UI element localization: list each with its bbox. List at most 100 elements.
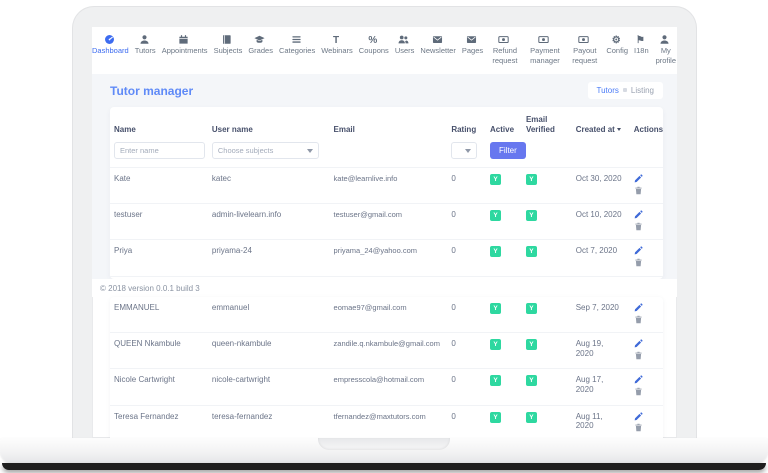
nav-item-grades[interactable]: Grades <box>248 34 273 56</box>
cell-email: eomae97@gmail.com <box>333 303 407 312</box>
cell-name: EMMANUEL <box>114 303 160 312</box>
cell-name: Kate <box>110 166 208 204</box>
nav-item-coupons[interactable]: % Coupons <box>359 34 389 56</box>
nav-item-label: Subjects <box>213 45 243 55</box>
calendar-icon <box>179 35 188 44</box>
cell-username: emmanuel <box>211 303 250 312</box>
name-filter-input[interactable] <box>114 142 206 159</box>
edit-button[interactable] <box>634 339 643 348</box>
money-icon <box>538 36 550 44</box>
breadcrumb-link-tutors[interactable]: Tutors <box>597 86 619 95</box>
tutor-table-card: Name User name Email Rating Active Email Veri… <box>110 107 663 279</box>
nav-item-i18n[interactable]: ⚑ I18n <box>634 34 649 56</box>
cell-name: testuser <box>110 203 208 240</box>
cell-created-at: Aug 17, 2020 <box>571 368 630 406</box>
nav-item-label: Webinars <box>321 46 353 55</box>
delete-button[interactable] <box>634 387 643 396</box>
version-footer: © 2018 version 0.0.1 build 3 <box>92 279 677 297</box>
cell-created-at: Oct 30, 2020 <box>571 166 630 204</box>
laptop-screen: Dashboard Tutors Appointments Subjects Grade… <box>92 27 677 438</box>
breadcrumb-separator-icon <box>622 88 627 92</box>
nav-item-refund-request[interactable]: Refund request <box>489 34 521 65</box>
filter-button[interactable]: Filter <box>490 142 526 159</box>
list-icon <box>291 36 301 43</box>
edit-button[interactable] <box>634 412 643 421</box>
cell-name: Nicole Cartwright <box>110 368 208 406</box>
nav-item-payment-manager[interactable]: Payment manager <box>527 34 563 65</box>
cell-name: QUEEN Nkambule <box>110 332 208 369</box>
users-icon <box>398 35 409 44</box>
table-row: Kate katec kate@learnlive.info 0 Y Y Oct 30, 2… <box>110 166 663 204</box>
delete-button[interactable] <box>634 315 643 324</box>
edit-button[interactable] <box>634 210 643 219</box>
nav-item-users[interactable]: Users <box>394 34 415 56</box>
envelope-icon <box>466 36 477 43</box>
cell-rating: 0 <box>447 332 487 369</box>
column-header-user-name: User name <box>211 125 253 134</box>
column-header-created-at[interactable]: Created at <box>572 107 630 140</box>
tutor-table-card-continued: EMMANUEL emmanuel eomae97@gmail.com 0 Y Y Sep … <box>110 297 663 438</box>
gauge-icon <box>104 35 114 44</box>
nav-item-label: Coupons <box>358 46 389 55</box>
chevron-down-icon <box>465 148 472 153</box>
nav-item-my-profile[interactable]: My profile <box>655 34 677 65</box>
table-row: Teresa Fernandez teresa-fernandez tfernand… <box>110 404 663 438</box>
nav-item-label: Users <box>394 45 415 55</box>
laptop-base <box>0 438 768 465</box>
nav-item-categories[interactable]: Categories <box>279 34 315 56</box>
edit-button[interactable] <box>634 375 643 384</box>
edit-button[interactable] <box>634 303 643 312</box>
table-row: testuser admin-livelearn.info testuser@gma… <box>110 203 663 240</box>
delete-button[interactable] <box>634 258 643 267</box>
table-row: QUEEN Nkambule queen-nkambule zandile.q.nk… <box>110 332 663 369</box>
nav-item-label: I18n <box>634 46 649 55</box>
cell-created-at: Oct 10, 2020 <box>571 203 630 240</box>
email-verified-badge: Y <box>525 339 537 351</box>
nav-item-label: Newsletter <box>420 45 456 55</box>
active-badge: Y <box>490 246 502 258</box>
nav-item-label: Payment manager <box>530 45 560 65</box>
cell-rating: 0 <box>447 203 487 240</box>
nav-item-label: Pages <box>461 45 484 55</box>
nav-item-label: Payout request <box>572 45 598 65</box>
delete-button[interactable] <box>634 222 643 231</box>
edit-button[interactable] <box>634 174 643 183</box>
delete-button[interactable] <box>634 423 643 432</box>
nav-item-label: Categories <box>278 45 316 55</box>
delete-button[interactable] <box>634 351 643 360</box>
nav-item-label: Dashboard <box>92 45 129 55</box>
nav-item-pages[interactable]: Pages <box>462 34 483 56</box>
nav-item-label: Config <box>606 46 629 55</box>
cell-created-at: Sep 7, 2020 <box>575 303 619 312</box>
nav-item-subjects[interactable]: Subjects <box>213 34 243 56</box>
chevron-down-icon <box>306 148 313 153</box>
edit-button[interactable] <box>634 246 643 255</box>
table-row: Nicole Cartwright nicole-cartwright empres… <box>110 368 663 406</box>
text-icon: T <box>332 35 340 46</box>
cell-rating: 0 <box>451 303 456 312</box>
rating-filter-select[interactable] <box>451 142 478 159</box>
section-header: Tutor manager Tutors Listing <box>92 74 677 107</box>
screenshot-canvas: Dashboard Tutors Appointments Subjects Grade… <box>0 0 768 473</box>
flag-icon: ⚑ <box>635 35 645 46</box>
delete-button[interactable] <box>634 186 643 195</box>
percent-icon: % <box>368 35 378 46</box>
nav-item-newsletter[interactable]: Newsletter <box>420 34 456 56</box>
top-navbar: Dashboard Tutors Appointments Subjects Grade… <box>92 27 677 74</box>
laptop-base-shadow <box>2 463 766 470</box>
subjects-filter-select[interactable]: Choose subjects <box>211 142 319 159</box>
nav-item-config[interactable]: ⚙ Config <box>606 34 628 56</box>
active-badge: Y <box>490 174 502 185</box>
nav-item-label: Grades <box>248 45 273 55</box>
cell-email: kate@learnlive.info <box>329 166 448 204</box>
nav-item-dashboard[interactable]: Dashboard <box>92 34 129 56</box>
cell-username: teresa-fernandez <box>207 404 330 438</box>
nav-item-label: Appointments <box>161 45 208 55</box>
nav-item-payout-request[interactable]: Payout request <box>569 34 600 65</box>
nav-item-webinars[interactable]: T Webinars <box>321 34 353 56</box>
nav-item-tutors[interactable]: Tutors <box>135 34 156 56</box>
active-badge: Y <box>490 375 502 387</box>
column-header-actions: Actions <box>633 125 663 134</box>
nav-item-appointments[interactable]: Appointments <box>162 34 208 56</box>
gear-icon: ⚙ <box>611 35 621 46</box>
